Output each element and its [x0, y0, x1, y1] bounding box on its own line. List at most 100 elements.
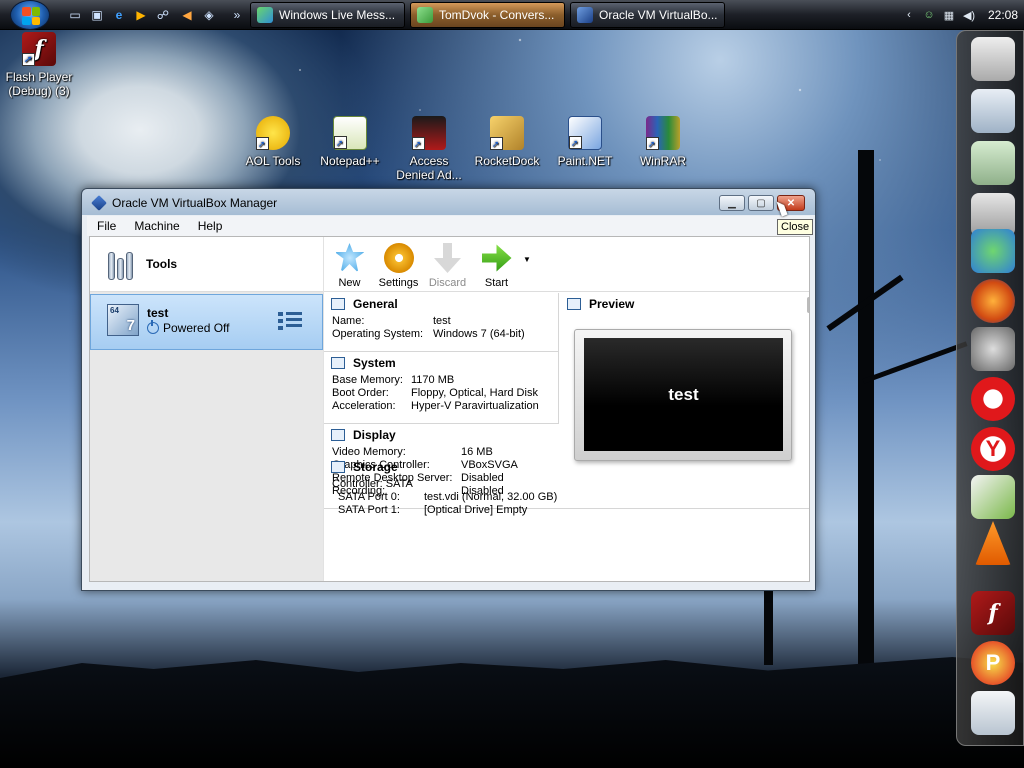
- machine-list-pane: Tools 64 7 test Powered Off: [90, 237, 323, 581]
- chip-icon: [331, 357, 345, 369]
- field-label: SATA Port 1:: [338, 504, 400, 516]
- messenger-icon[interactable]: [971, 229, 1015, 273]
- discard-arrow-down-icon: [434, 243, 461, 273]
- desktop-icon-access-denied[interactable]: ➚ Access Denied Ad...: [392, 116, 466, 182]
- section-title[interactable]: General: [353, 297, 398, 311]
- discard-button-label: Discard: [428, 277, 467, 289]
- speaker-icon[interactable]: ◀: [178, 6, 196, 24]
- taskbar-item-live-messenger[interactable]: Windows Live Mess...: [250, 2, 405, 28]
- virtualbox-manager-window: Oracle VM VirtualBox Manager ▁ ▢ ✕ File …: [81, 188, 816, 591]
- volume-icon[interactable]: ◀): [962, 8, 976, 22]
- show-desktop-icon[interactable]: ▭: [66, 6, 84, 24]
- menu-file[interactable]: File: [97, 219, 116, 233]
- vlc-icon[interactable]: [975, 521, 1011, 565]
- yandex-icon[interactable]: Y: [971, 427, 1015, 471]
- start-vm-button[interactable]: Start: [474, 237, 519, 292]
- section-title[interactable]: Preview: [589, 297, 634, 311]
- paint-app-icon[interactable]: P: [971, 641, 1015, 685]
- taskbar-item-label: Windows Live Mess...: [279, 8, 396, 22]
- discard-button[interactable]: Discard: [425, 237, 470, 292]
- window-client-area: Tools 64 7 test Powered Off New Settings…: [89, 236, 810, 582]
- desktop-icon-label: RocketDock: [474, 154, 540, 168]
- vm-state: Powered Off: [147, 320, 230, 335]
- preview-icon: [567, 298, 581, 310]
- wallpaper-tree: [858, 150, 874, 670]
- conversation-icon: [417, 7, 433, 23]
- section-title[interactable]: System: [353, 356, 396, 370]
- internet-explorer-icon[interactable]: e: [110, 6, 128, 24]
- rocketdock-bar: Y f P: [956, 30, 1024, 746]
- quicklaunch-overflow-icon[interactable]: »: [228, 6, 246, 24]
- system-tray: ‹ ☺ ▦ ◀) 22:08: [894, 0, 1024, 30]
- field-label: Controller: SATA: [332, 478, 413, 490]
- vm-details-menu-icon[interactable]: [278, 309, 302, 333]
- documents-folder-icon[interactable]: [971, 89, 1015, 133]
- desktop-icon-label: Access Denied Ad...: [396, 154, 462, 182]
- notepadpp-dock-icon[interactable]: [971, 475, 1015, 519]
- tools-item[interactable]: Tools: [90, 237, 323, 292]
- raccoon-icon[interactable]: [971, 327, 1015, 371]
- windows7-os-icon: 64 7: [107, 304, 139, 336]
- preview-screen: test: [584, 338, 783, 451]
- menu-help[interactable]: Help: [198, 219, 223, 233]
- new-button-label: New: [338, 277, 361, 289]
- details-sections: General Name: test Operating System: Windo…: [324, 293, 809, 581]
- window-titlebar[interactable]: Oracle VM VirtualBox Manager: [91, 195, 277, 211]
- clock[interactable]: 22:08: [988, 8, 1018, 22]
- access-denied-icon: ➚: [412, 116, 446, 150]
- menu-bar: File Machine Help: [87, 216, 810, 236]
- desktop-icon-flash-player[interactable]: f ➚ Flash Player (Debug) (3): [2, 32, 76, 98]
- desktop-icon-label: AOL Tools: [245, 154, 301, 168]
- firefox-icon[interactable]: [971, 279, 1015, 323]
- rocketdock-icon: ➚: [490, 116, 524, 150]
- tools-icon: [106, 248, 136, 280]
- tools-label: Tools: [146, 257, 178, 271]
- messenger-tray-icon[interactable]: ☺: [922, 8, 936, 22]
- field-label: Base Memory:: [332, 374, 403, 386]
- media-player-icon[interactable]: ▶: [132, 6, 150, 24]
- taskbar-item-conversation[interactable]: TomDvok - Convers...: [410, 2, 565, 28]
- minimize-button[interactable]: ▁: [719, 195, 745, 211]
- flash-dock-icon[interactable]: f: [971, 591, 1015, 635]
- display-icon: [331, 429, 345, 441]
- field-value: Hyper-V Paravirtualization: [411, 400, 539, 412]
- start-arrow-icon: [481, 244, 512, 272]
- vm-list-item-test[interactable]: 64 7 test Powered Off: [90, 294, 323, 350]
- desktop-icon-aol-tools[interactable]: ➚ AOL Tools: [236, 116, 310, 168]
- virtualbox-quicklaunch-icon[interactable]: ◈: [200, 6, 218, 24]
- desktop-icon-winrar[interactable]: ➚ WinRAR: [626, 116, 700, 168]
- start-button[interactable]: [10, 0, 50, 30]
- menu-machine[interactable]: Machine: [134, 219, 179, 233]
- windows-logo-icon: [22, 7, 40, 25]
- tray-expand-icon[interactable]: ‹: [902, 8, 916, 22]
- desktop-icon-rocketdock[interactable]: ➚ RocketDock: [470, 116, 544, 168]
- desktop-icon-paintnet[interactable]: ➚ Paint.NET: [548, 116, 622, 168]
- switch-windows-icon[interactable]: ▣: [88, 6, 106, 24]
- machine-toolbar: New Settings Discard Start ▼: [324, 237, 809, 292]
- desktop-icon-notepadpp[interactable]: ➚ Notepad++: [313, 116, 387, 168]
- maximize-button[interactable]: ▢: [748, 195, 774, 211]
- section-title[interactable]: Display: [353, 428, 396, 442]
- paintnet-icon: ➚: [568, 116, 602, 150]
- opera-icon[interactable]: [971, 377, 1015, 421]
- computer-icon[interactable]: [971, 37, 1015, 81]
- gear-icon: [383, 243, 414, 273]
- joystick-icon[interactable]: ☍: [154, 6, 172, 24]
- start-dropdown-icon[interactable]: ▼: [523, 255, 531, 291]
- recycle-bin-icon[interactable]: [971, 691, 1015, 735]
- section-title[interactable]: Storage: [353, 460, 398, 474]
- new-button[interactable]: New: [327, 237, 372, 292]
- vm-state-label: Powered Off: [163, 321, 230, 335]
- field-label: SATA Port 0:: [338, 491, 400, 503]
- taskbar-item-virtualbox[interactable]: Oracle VM VirtualBo...: [570, 2, 725, 28]
- network-icon[interactable]: ▦: [942, 8, 956, 22]
- field-value: Floppy, Optical, Hard Disk: [411, 387, 538, 399]
- wallpaper-tree-small: [764, 585, 773, 665]
- taskbar-item-label: Oracle VM VirtualBo...: [599, 8, 718, 22]
- details-scrollbar[interactable]: [807, 297, 809, 313]
- music-folder-icon[interactable]: [971, 141, 1015, 185]
- settings-button-label: Settings: [378, 277, 419, 289]
- vm-name: test: [147, 306, 169, 320]
- settings-button[interactable]: Settings: [376, 237, 421, 292]
- field-label: Acceleration:: [332, 400, 396, 412]
